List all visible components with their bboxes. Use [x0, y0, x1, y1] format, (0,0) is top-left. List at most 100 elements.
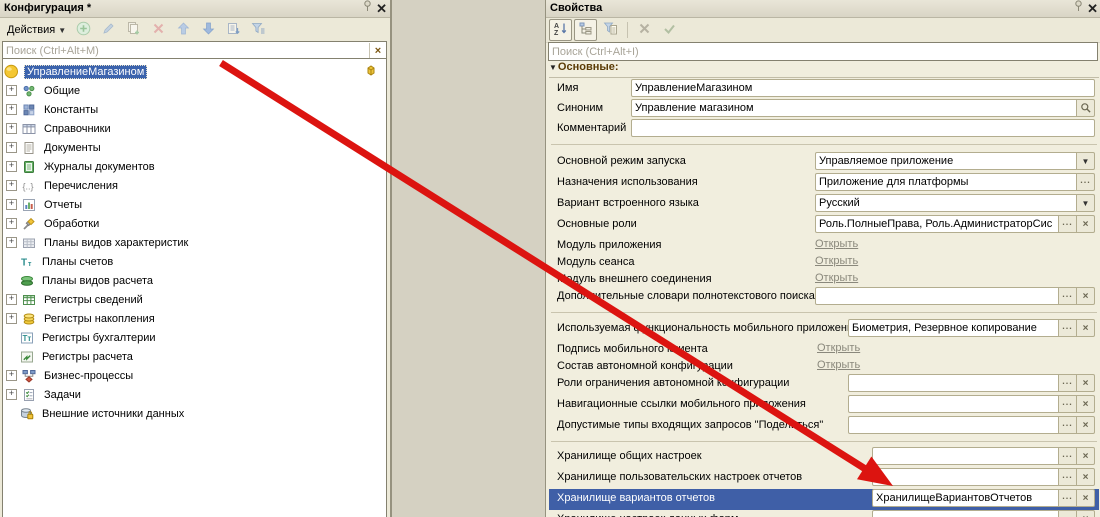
expand-plus-icon[interactable]: +	[6, 370, 17, 381]
clear-button[interactable]: ×	[1077, 395, 1095, 413]
property-value-input-default-roles[interactable]	[815, 215, 1059, 233]
property-row-name[interactable]: Имя	[549, 79, 1099, 99]
delete-button[interactable]	[147, 19, 170, 41]
property-row-script-variant[interactable]: Вариант встроенного языка▼	[549, 194, 1099, 215]
property-value-input-fulltext-dictionaries[interactable]	[815, 287, 1059, 305]
property-row-form-data-settings-storage[interactable]: Хранилище настроек данных форм...×	[549, 510, 1099, 517]
property-value-input-share-request-types[interactable]	[848, 416, 1059, 434]
reorder-button[interactable]	[222, 19, 245, 41]
pin-icon[interactable]	[1074, 0, 1083, 18]
properties-search-input[interactable]	[549, 44, 1097, 59]
property-value-input-name[interactable]	[631, 79, 1095, 97]
property-row-usage-purposes[interactable]: Назначения использования...	[549, 173, 1099, 194]
expand-plus-icon[interactable]: +	[6, 104, 17, 115]
open-link-application-module[interactable]: Открыть	[815, 238, 858, 250]
sort-az-button[interactable]: AZ	[549, 19, 572, 41]
property-row-mobile-client-signature[interactable]: Подпись мобильного клиентаОткрыть	[549, 340, 1099, 357]
clear-button[interactable]: ×	[1077, 416, 1095, 434]
tree-item-root[interactable]: УправлениеМагазином	[3, 62, 386, 81]
property-value-input-standalone-restriction-roles[interactable]	[848, 374, 1059, 392]
expand-plus-icon[interactable]: +	[6, 199, 17, 210]
property-row-application-module[interactable]: Модуль приложенияОткрыть	[549, 236, 1099, 253]
choose-button[interactable]: ...	[1059, 489, 1077, 507]
choose-button[interactable]: ...	[1059, 215, 1077, 233]
dropdown-button[interactable]: ▼	[1077, 194, 1095, 212]
property-row-standalone-restriction-roles[interactable]: Роли ограничения автономной конфигурации…	[549, 374, 1099, 395]
expand-plus-icon[interactable]: +	[6, 218, 17, 229]
expand-plus-icon[interactable]: +	[6, 161, 17, 172]
property-value-input-report-user-settings-storage[interactable]	[872, 468, 1059, 486]
tree-item-charts-of-characteristic-types[interactable]: +Планы видов характеристик	[3, 233, 386, 252]
tree-item-documents[interactable]: +Документы	[3, 138, 386, 157]
configuration-search-input[interactable]	[3, 43, 369, 58]
tree-item-calculation-registers[interactable]: Регистры расчета	[3, 347, 386, 366]
property-row-external-connection-module[interactable]: Модуль внешнего соединенияОткрыть	[549, 270, 1099, 287]
property-row-mobile-functionality[interactable]: Используемая функциональность мобильного…	[549, 319, 1099, 340]
tree-item-catalogs[interactable]: +Справочники	[3, 119, 386, 138]
tree-item-common[interactable]: +Общие	[3, 81, 386, 100]
section-header-main[interactable]: ▼Основные:	[549, 61, 1099, 78]
tree-item-charts-of-accounts[interactable]: TтПланы счетов	[3, 252, 386, 271]
clear-button[interactable]: ×	[1077, 447, 1095, 465]
clear-button[interactable]: ×	[1077, 468, 1095, 486]
choose-button[interactable]: ...	[1059, 447, 1077, 465]
tree-item-external-data-sources[interactable]: Внешние источники данных	[3, 404, 386, 423]
pin-icon[interactable]	[1074, 3, 1083, 15]
property-row-default-roles[interactable]: Основные роли...×	[549, 215, 1099, 236]
property-row-main-run-mode[interactable]: Основной режим запуска▼	[549, 152, 1099, 173]
filter-page-button[interactable]	[599, 19, 622, 41]
tree-item-business-processes[interactable]: +Бизнес-процессы	[3, 366, 386, 385]
move-down-button[interactable]	[197, 19, 220, 41]
dropdown-button[interactable]: ▼	[1077, 152, 1095, 170]
search-clear-button[interactable]: ×	[369, 43, 386, 58]
property-value-input-mobile-navigation-urls[interactable]	[848, 395, 1059, 413]
clear-button[interactable]: ×	[1077, 319, 1095, 337]
property-value-input-common-settings-storage[interactable]	[872, 447, 1059, 465]
open-link-standalone-configuration[interactable]: Открыть	[817, 359, 860, 371]
choose-button[interactable]: ...	[1077, 173, 1095, 191]
pin-icon[interactable]	[363, 3, 372, 15]
property-row-share-request-types[interactable]: Допустимые типы входящих запросов "Подел…	[549, 416, 1099, 437]
choose-button[interactable]: ...	[1059, 374, 1077, 392]
choose-button[interactable]: ...	[1059, 416, 1077, 434]
choose-button[interactable]: ...	[1059, 395, 1077, 413]
expand-plus-icon[interactable]: +	[6, 313, 17, 324]
expand-plus-icon[interactable]: +	[6, 389, 17, 400]
property-row-common-settings-storage[interactable]: Хранилище общих настроек...×	[549, 447, 1099, 468]
clear-button[interactable]: ×	[1077, 215, 1095, 233]
expand-plus-icon[interactable]: +	[6, 142, 17, 153]
expand-plus-icon[interactable]: +	[6, 85, 17, 96]
actions-menu-button[interactable]: Действия ▼	[3, 20, 70, 40]
tree-item-accumulation-registers[interactable]: +Регистры накопления	[3, 309, 386, 328]
property-row-report-user-settings-storage[interactable]: Хранилище пользовательских настроек отче…	[549, 468, 1099, 489]
tree-item-constants[interactable]: +Константы	[3, 100, 386, 119]
tree-item-enums[interactable]: +{..}Перечисления	[3, 176, 386, 195]
expand-plus-icon[interactable]: +	[6, 123, 17, 134]
tree-item-information-registers[interactable]: +Регистры сведений	[3, 290, 386, 309]
choose-button[interactable]: ...	[1059, 510, 1077, 517]
property-row-standalone-configuration[interactable]: Состав автономной конфигурацииОткрыть	[549, 357, 1099, 374]
close-icon[interactable]: ✕	[376, 1, 387, 16]
clear-x-button[interactable]	[633, 19, 656, 41]
filter-button[interactable]	[247, 19, 270, 41]
property-value-input-usage-purposes[interactable]	[815, 173, 1077, 191]
property-value-input-mobile-functionality[interactable]	[848, 319, 1059, 337]
open-link-external-connection-module[interactable]: Открыть	[815, 272, 858, 284]
clear-button[interactable]: ×	[1077, 374, 1095, 392]
property-value-input-script-variant[interactable]	[815, 194, 1077, 212]
property-value-input-report-variants-storage[interactable]	[872, 489, 1059, 507]
property-row-report-variants-storage[interactable]: Хранилище вариантов отчетов...×	[549, 489, 1099, 510]
edit-button[interactable]	[97, 19, 120, 41]
tree-item-tasks[interactable]: +Задачи	[3, 385, 386, 404]
tree-item-data-processors[interactable]: +Обработки	[3, 214, 386, 233]
clear-button[interactable]: ×	[1077, 287, 1095, 305]
tree-item-accounting-registers[interactable]: TтРегистры бухгалтерии	[3, 328, 386, 347]
property-value-input-comment[interactable]	[631, 119, 1095, 137]
property-row-comment[interactable]: Комментарий	[549, 119, 1099, 139]
tree-item-reports[interactable]: +Отчеты	[3, 195, 386, 214]
close-icon[interactable]: ✕	[1087, 1, 1098, 16]
magnifier-button[interactable]	[1077, 99, 1095, 117]
expand-plus-icon[interactable]: +	[6, 237, 17, 248]
property-row-fulltext-dictionaries[interactable]: Дополнительные словари полнотекстового п…	[549, 287, 1099, 308]
clear-button[interactable]: ×	[1077, 510, 1095, 517]
